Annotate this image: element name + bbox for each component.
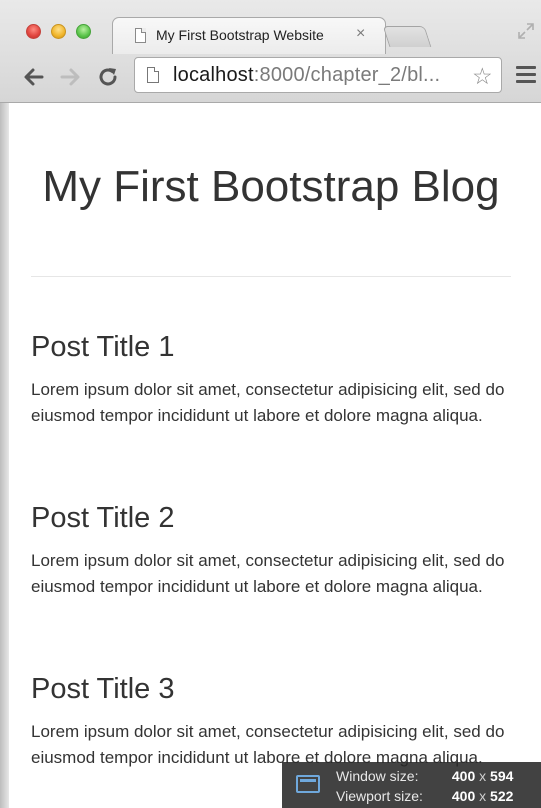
post-title: Post Title 3 xyxy=(31,673,175,705)
tab-title: My First Bootstrap Website xyxy=(156,27,324,43)
document-icon xyxy=(135,28,146,43)
url-path: :8000/chapter_2/bl... xyxy=(253,64,441,86)
hamburger-menu-icon[interactable] xyxy=(516,66,536,86)
url-host: localhost xyxy=(173,64,254,86)
tab-close-icon[interactable]: × xyxy=(356,25,365,43)
blog-post: Post Title 1 Lorem ipsum dolor sit amet,… xyxy=(31,331,521,429)
viewport-size-label: Viewport size: xyxy=(336,788,423,804)
star-icon[interactable]: ☆ xyxy=(472,63,493,90)
post-body: Lorem ipsum dolor sit amet, consectetur … xyxy=(31,551,505,596)
window-minimize-button[interactable] xyxy=(51,24,66,39)
back-arrow-icon[interactable] xyxy=(22,66,44,88)
fullscreen-icon[interactable] xyxy=(517,22,535,40)
new-tab-button[interactable] xyxy=(382,26,432,47)
window-size-row: Window size: 400 x 594 xyxy=(336,768,513,784)
page-title: My First Bootstrap Blog xyxy=(42,162,500,212)
times-sign: x xyxy=(479,788,487,804)
viewport-width: 400 xyxy=(451,788,476,804)
window-size-label: Window size: xyxy=(336,768,419,784)
post-title: Post Title 2 xyxy=(31,502,175,534)
window-edge xyxy=(0,103,9,808)
address-bar[interactable]: localhost:8000/chapter_2/bl... ☆ xyxy=(134,57,502,93)
blog-post: Post Title 3 Lorem ipsum dolor sit amet,… xyxy=(31,673,521,771)
page-viewport: My First Bootstrap Blog Post Title 1 Lor… xyxy=(9,103,541,808)
times-sign: x xyxy=(479,768,487,784)
window-width: 400 xyxy=(451,768,476,784)
post-title: Post Title 1 xyxy=(31,331,175,363)
blog-post: Post Title 2 Lorem ipsum dolor sit amet,… xyxy=(31,502,521,600)
header-divider xyxy=(31,276,511,277)
window-maximize-button[interactable] xyxy=(76,24,91,39)
browser-tab[interactable]: My First Bootstrap Website × xyxy=(112,17,386,54)
browser-toolbar: My First Bootstrap Website × localhost:8… xyxy=(0,0,541,103)
window-size-overlay: Window size: 400 x 594 Viewport size: 40… xyxy=(282,762,541,808)
viewport-size-row: Viewport size: 400 x 522 xyxy=(336,788,513,804)
window-close-button[interactable] xyxy=(26,24,41,39)
window-height: 594 xyxy=(490,768,514,784)
viewport-height: 522 xyxy=(490,788,514,804)
post-body: Lorem ipsum dolor sit amet, consectetur … xyxy=(31,380,505,425)
url-text[interactable]: localhost:8000/chapter_2/bl... xyxy=(173,64,440,87)
forward-arrow-icon[interactable] xyxy=(60,66,82,88)
page-icon xyxy=(147,67,159,83)
reload-icon[interactable] xyxy=(97,66,119,88)
window-resize-icon xyxy=(296,775,320,793)
